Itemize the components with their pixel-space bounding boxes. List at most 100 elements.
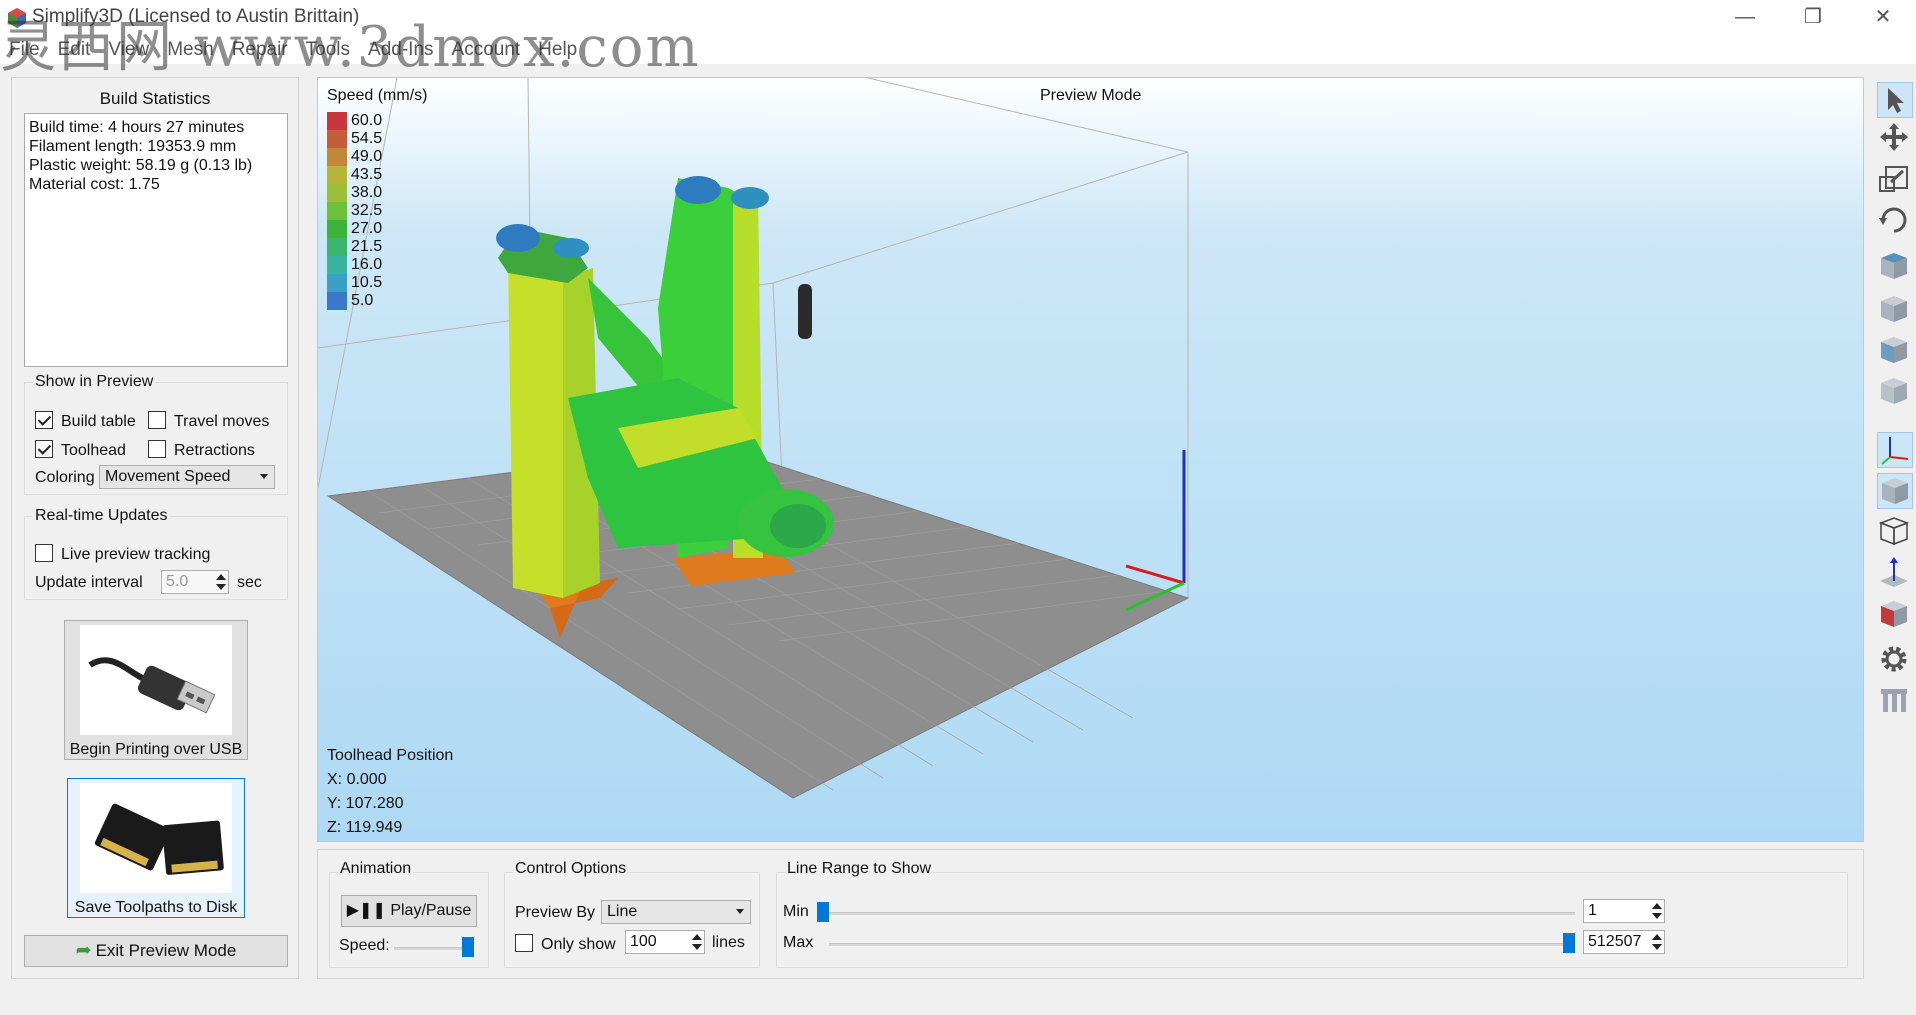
legend-swatch [327, 130, 347, 148]
toolhead-y: Y: 107.280 [327, 795, 404, 812]
preview-by-dropdown[interactable]: Line [601, 900, 751, 924]
build-table-label: Build table [61, 413, 136, 430]
wireframe-view-icon[interactable] [1877, 514, 1913, 550]
speed-label: Speed: [339, 937, 390, 954]
spin-up-icon[interactable] [1652, 903, 1662, 909]
legend-row: 5.0 [327, 292, 382, 310]
preview-by-label: Preview By [515, 904, 596, 921]
play-pause-button[interactable]: ▶❚❚ Play/Pause [341, 895, 477, 927]
spin-up-icon[interactable] [1652, 934, 1662, 940]
menu-tools[interactable]: Tools [297, 36, 359, 64]
rotate-icon[interactable] [1877, 203, 1913, 239]
retractions-checkbox[interactable]: Retractions [148, 440, 255, 460]
move-icon[interactable] [1877, 120, 1913, 156]
select-icon[interactable] [1877, 82, 1913, 118]
menu-edit[interactable]: Edit [49, 36, 100, 64]
realtime-updates-title: Real-time Updates [33, 507, 170, 525]
solid-view-icon[interactable] [1877, 473, 1913, 509]
speed-legend-title: Speed (mm/s) [327, 87, 428, 104]
toolhead-checkbox[interactable]: Toolhead [35, 440, 126, 460]
spin-up-icon[interactable] [216, 574, 226, 580]
normals-icon[interactable] [1877, 555, 1913, 591]
spin-down-icon[interactable] [1652, 913, 1662, 919]
animation-speed-thumb[interactable] [462, 937, 474, 957]
usb-button-label: Begin Printing over USB [69, 741, 243, 758]
close-button[interactable]: ✕ [1854, 0, 1912, 36]
menu-repair[interactable]: Repair [223, 36, 297, 64]
coloring-label: Coloring [35, 469, 95, 486]
legend-swatch [327, 238, 347, 256]
menu-help[interactable]: Help [529, 36, 586, 64]
toolhead-check[interactable] [35, 440, 53, 458]
menu-view[interactable]: View [99, 36, 158, 64]
max-slider-track[interactable] [829, 943, 1575, 946]
preview-viewport[interactable]: Speed (mm/s) 60.0 54.5 49.0 43.5 38.0 32… [317, 77, 1864, 842]
spin-down-icon[interactable] [1652, 944, 1662, 950]
realtime-updates-group: Real-time Updates Live preview tracking … [24, 507, 288, 600]
coloring-dropdown[interactable]: Movement Speed [99, 465, 275, 489]
legend-row: 43.5 [327, 166, 382, 184]
exit-preview-button[interactable]: ➦ Exit Preview Mode [24, 935, 288, 967]
only-show-checkbox[interactable]: Only show [515, 934, 616, 954]
settings-gear-icon[interactable] [1877, 642, 1913, 678]
menu-account[interactable]: Account [443, 36, 530, 64]
retractions-check[interactable] [148, 440, 166, 458]
min-value-input[interactable]: 1 [1583, 899, 1665, 923]
legend-value: 32.5 [351, 202, 383, 219]
legend-row: 60.0 [327, 112, 382, 130]
legend-row: 10.5 [327, 274, 382, 292]
stat-material-cost: Material cost: 1.75 [29, 176, 160, 193]
build-table-checkbox[interactable]: Build table [35, 411, 136, 431]
spin-up-icon[interactable] [692, 934, 702, 940]
build-table-check[interactable] [35, 411, 53, 429]
line-range-group: Line Range to Show Min 1 Max 512507 [776, 860, 1848, 968]
exit-preview-label: Exit Preview Mode [95, 941, 237, 960]
view-top-icon[interactable] [1877, 249, 1913, 285]
menu-add-ins[interactable]: Add-Ins [359, 36, 442, 64]
minimize-button[interactable]: — [1716, 0, 1774, 36]
update-interval-input[interactable]: 5.0 [161, 570, 229, 594]
live-tracking-label: Live preview tracking [61, 546, 211, 563]
toolhead-label: Toolhead [61, 442, 126, 459]
live-tracking-checkbox[interactable]: Live preview tracking [35, 544, 210, 564]
legend-row: 16.0 [327, 256, 382, 274]
min-value: 1 [1588, 902, 1597, 919]
view-front-icon[interactable] [1877, 292, 1913, 328]
max-value-input[interactable]: 512507 [1583, 930, 1665, 954]
show-in-preview-title: Show in Preview [33, 373, 156, 391]
support-icon[interactable] [1877, 683, 1913, 719]
toolhead-position-title: Toolhead Position [327, 747, 454, 764]
min-slider-thumb[interactable] [817, 902, 829, 922]
menu-mesh[interactable]: Mesh [158, 36, 222, 64]
min-slider-track[interactable] [829, 912, 1575, 915]
build-stats-box: Build time: 4 hours 27 minutes Filament … [24, 113, 288, 367]
legend-row: 32.5 [327, 202, 382, 220]
only-show-check[interactable] [515, 934, 533, 952]
begin-printing-usb-button[interactable]: Begin Printing over USB [64, 620, 248, 760]
spin-down-icon[interactable] [216, 584, 226, 590]
save-toolpaths-button[interactable]: Save Toolpaths to Disk [67, 778, 245, 918]
right-toolbar [1874, 77, 1916, 757]
update-interval-unit: sec [237, 574, 262, 591]
toolhead-position: Toolhead Position X: 0.000 Y: 107.280 Z:… [327, 744, 453, 840]
restore-button[interactable]: ❐ [1784, 0, 1842, 36]
only-show-input[interactable]: 100 [625, 930, 705, 954]
stat-build-time: Build time: 4 hours 27 minutes [29, 119, 245, 136]
view-iso-icon[interactable] [1877, 374, 1913, 410]
axes-icon[interactable] [1877, 432, 1913, 468]
scene-canvas[interactable] [318, 78, 1864, 842]
view-side-icon[interactable] [1877, 333, 1913, 369]
scale-icon[interactable] [1877, 162, 1913, 198]
max-slider-thumb[interactable] [1563, 933, 1575, 953]
menu-file[interactable]: File [0, 36, 49, 64]
travel-moves-check[interactable] [148, 411, 166, 429]
cross-section-icon[interactable] [1877, 597, 1913, 633]
legend-row: 54.5 [327, 130, 382, 148]
legend-value: 16.0 [351, 256, 383, 273]
legend-row: 38.0 [327, 184, 382, 202]
chevron-down-icon [736, 909, 744, 914]
spin-down-icon[interactable] [692, 944, 702, 950]
travel-moves-checkbox[interactable]: Travel moves [148, 411, 269, 431]
live-tracking-check[interactable] [35, 544, 53, 562]
legend-value: 5.0 [351, 292, 374, 309]
